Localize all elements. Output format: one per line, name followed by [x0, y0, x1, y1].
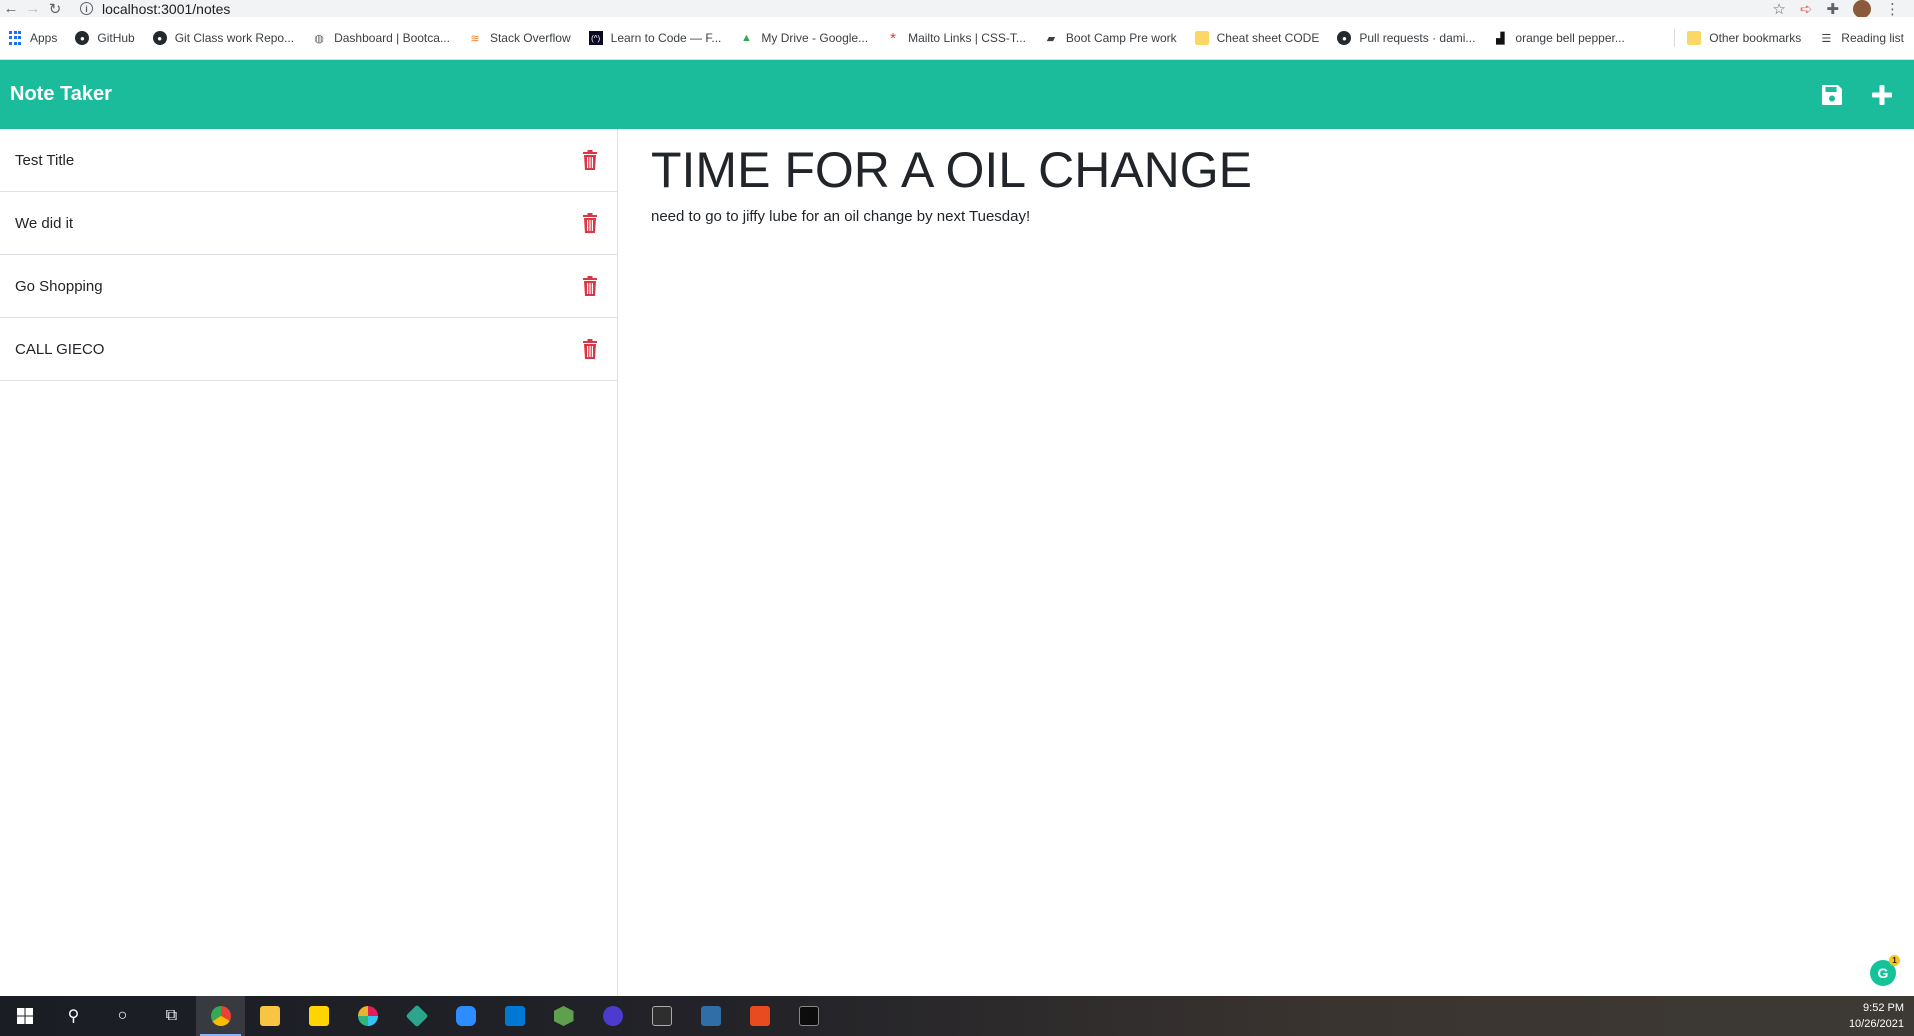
- office-icon[interactable]: [735, 996, 784, 1036]
- app-navbar: Note Taker: [0, 60, 1914, 129]
- github-icon: ●: [1337, 31, 1352, 45]
- bookmark-fcc[interactable]: (^) Learn to Code — F...: [588, 31, 722, 45]
- system-clock[interactable]: 9:52 PM 10/26/2021: [1849, 1000, 1904, 1032]
- bookmark-label: My Drive - Google...: [761, 31, 869, 45]
- back-button[interactable]: ←: [0, 0, 22, 17]
- chrome-icon[interactable]: [196, 996, 245, 1036]
- brand-title[interactable]: Note Taker: [10, 83, 112, 106]
- forward-button[interactable]: →: [22, 0, 44, 17]
- trash-icon[interactable]: [582, 213, 598, 233]
- bookmark-drive[interactable]: ▲ My Drive - Google...: [739, 31, 868, 45]
- list-item[interactable]: CALL GIECO: [0, 318, 617, 381]
- grammarly-icon[interactable]: G 1: [1870, 955, 1900, 986]
- other-bookmarks[interactable]: Other bookmarks: [1687, 31, 1801, 45]
- github-icon: ●: [75, 31, 90, 45]
- reading-list[interactable]: ☰ Reading list: [1819, 31, 1904, 45]
- vscode-icon[interactable]: [490, 996, 539, 1036]
- note-title: Test Title: [15, 151, 75, 169]
- bookmark-dashboard[interactable]: ◍ Dashboard | Bootca...: [312, 31, 450, 45]
- note-title-field[interactable]: TIME FOR A OIL CHANGE: [651, 141, 1851, 199]
- bookmark-bootcamp[interactable]: ▰ Boot Camp Pre work: [1044, 31, 1177, 45]
- sticky-notes-icon[interactable]: [294, 996, 343, 1036]
- bookmark-git-class[interactable]: ● Git Class work Repo...: [152, 31, 295, 45]
- profile-avatar[interactable]: [1853, 0, 1871, 18]
- unsplash-icon: ▟: [1496, 32, 1505, 45]
- task-view-icon[interactable]: ⧉: [147, 996, 196, 1036]
- bookmarks-bar: Apps ● GitHub ● Git Class work Repo... ◍…: [0, 17, 1914, 60]
- apps-grid-icon: [8, 31, 22, 45]
- git-kraken-icon[interactable]: [392, 996, 441, 1036]
- trash-icon[interactable]: [582, 339, 598, 359]
- trash-icon[interactable]: [582, 150, 598, 170]
- github-icon: ●: [152, 31, 167, 45]
- bookmark-star-icon[interactable]: ☆: [1772, 0, 1785, 18]
- terminal-icon[interactable]: [784, 996, 833, 1036]
- menu-kebab-icon[interactable]: ⋮: [1885, 0, 1900, 18]
- bookmark-label: Reading list: [1841, 31, 1904, 45]
- address-bar[interactable]: i localhost:3001/notes: [80, 0, 1772, 17]
- search-icon[interactable]: ⚲: [49, 996, 98, 1036]
- clock-time: 9:52 PM: [1863, 1002, 1904, 1014]
- bookmark-github[interactable]: ● GitHub: [75, 31, 135, 45]
- eclipse-icon[interactable]: [588, 996, 637, 1036]
- bookmark-label: GitHub: [97, 31, 135, 45]
- bookmark-mailto[interactable]: * Mailto Links | CSS-T...: [886, 29, 1026, 47]
- fcc-icon: (^): [588, 31, 603, 45]
- site-info-icon[interactable]: i: [80, 2, 93, 15]
- clock-date: 10/26/2021: [1848, 1018, 1904, 1030]
- file-explorer-icon[interactable]: [245, 996, 294, 1036]
- url-text: localhost:3001/notes: [102, 0, 231, 17]
- note-title: Go Shopping: [15, 277, 103, 295]
- list-item[interactable]: Test Title: [0, 129, 617, 192]
- bookmark-cheat-sheet[interactable]: Cheat sheet CODE: [1194, 31, 1320, 45]
- bookmark-label: Other bookmarks: [1709, 31, 1802, 45]
- slack-icon[interactable]: [343, 996, 392, 1036]
- note-text-area[interactable]: need to go to jiffy lube for an oil chan…: [651, 208, 1851, 225]
- grammarly-badge: 1: [1889, 955, 1900, 966]
- node-icon[interactable]: [539, 996, 588, 1036]
- bookmark-label: Mailto Links | CSS-T...: [908, 31, 1026, 45]
- start-button[interactable]: [0, 996, 49, 1036]
- browser-toolbar: ← → ↻ i localhost:3001/notes ☆ ➪ ✚ ⋮: [0, 0, 1914, 18]
- mongodb-icon[interactable]: [637, 996, 686, 1036]
- folder-icon: [1194, 31, 1209, 45]
- folder-icon: [1687, 31, 1702, 45]
- bookmark-label: Pull requests · dami...: [1359, 31, 1476, 45]
- save-note-icon[interactable]: [1821, 84, 1843, 106]
- zoom-icon[interactable]: [441, 996, 490, 1036]
- globe-icon: ◍: [314, 32, 324, 45]
- bookmark-label: Git Class work Repo...: [174, 31, 295, 45]
- reload-button[interactable]: ↻: [44, 0, 66, 18]
- bookmark-stack-overflow[interactable]: ≋ Stack Overflow: [468, 31, 571, 45]
- bookmark-apps[interactable]: Apps: [8, 31, 57, 45]
- drive-icon: ▲: [740, 32, 752, 44]
- windows-taskbar: ⚲ ○ ⧉ 9:52 PM 10/26/2021: [0, 996, 1914, 1036]
- bookmark-label: Apps: [30, 31, 58, 45]
- bookmark-label: Stack Overflow: [489, 31, 571, 45]
- bookmark-orange-pepper[interactable]: ▟ orange bell pepper...: [1493, 31, 1625, 45]
- asterisk-icon: *: [890, 29, 897, 47]
- note-title: We did it: [15, 214, 74, 232]
- puzzle-icon[interactable]: ✚: [1826, 0, 1839, 18]
- bookmark-pull-requests[interactable]: ● Pull requests · dami...: [1337, 31, 1475, 45]
- stack-overflow-icon: ≋: [470, 32, 480, 45]
- bookmark-label: Boot Camp Pre work: [1065, 31, 1177, 45]
- cortana-icon[interactable]: ○: [98, 996, 147, 1036]
- bookmark-label: Dashboard | Bootca...: [334, 31, 450, 45]
- bookmark-label: orange bell pepper...: [1515, 31, 1625, 45]
- bookmark-label: Learn to Code — F...: [610, 31, 722, 45]
- extension-icon[interactable]: ➪: [1800, 0, 1813, 18]
- reading-list-icon: ☰: [1821, 32, 1832, 45]
- mysql-workbench-icon[interactable]: [686, 996, 735, 1036]
- new-note-icon[interactable]: [1871, 84, 1893, 106]
- note-editor: TIME FOR A OIL CHANGE need to go to jiff…: [619, 129, 1914, 996]
- list-item[interactable]: Go Shopping: [0, 255, 617, 318]
- note-title: CALL GIECO: [15, 340, 105, 358]
- list-item[interactable]: We did it: [0, 192, 617, 255]
- bookmark-label: Cheat sheet CODE: [1216, 31, 1320, 45]
- windows-icon: [16, 1008, 33, 1024]
- notes-list: Test Title We did it Go Shopping CALL GI…: [0, 129, 618, 996]
- book-icon: ▰: [1046, 32, 1056, 45]
- trash-icon[interactable]: [582, 276, 598, 296]
